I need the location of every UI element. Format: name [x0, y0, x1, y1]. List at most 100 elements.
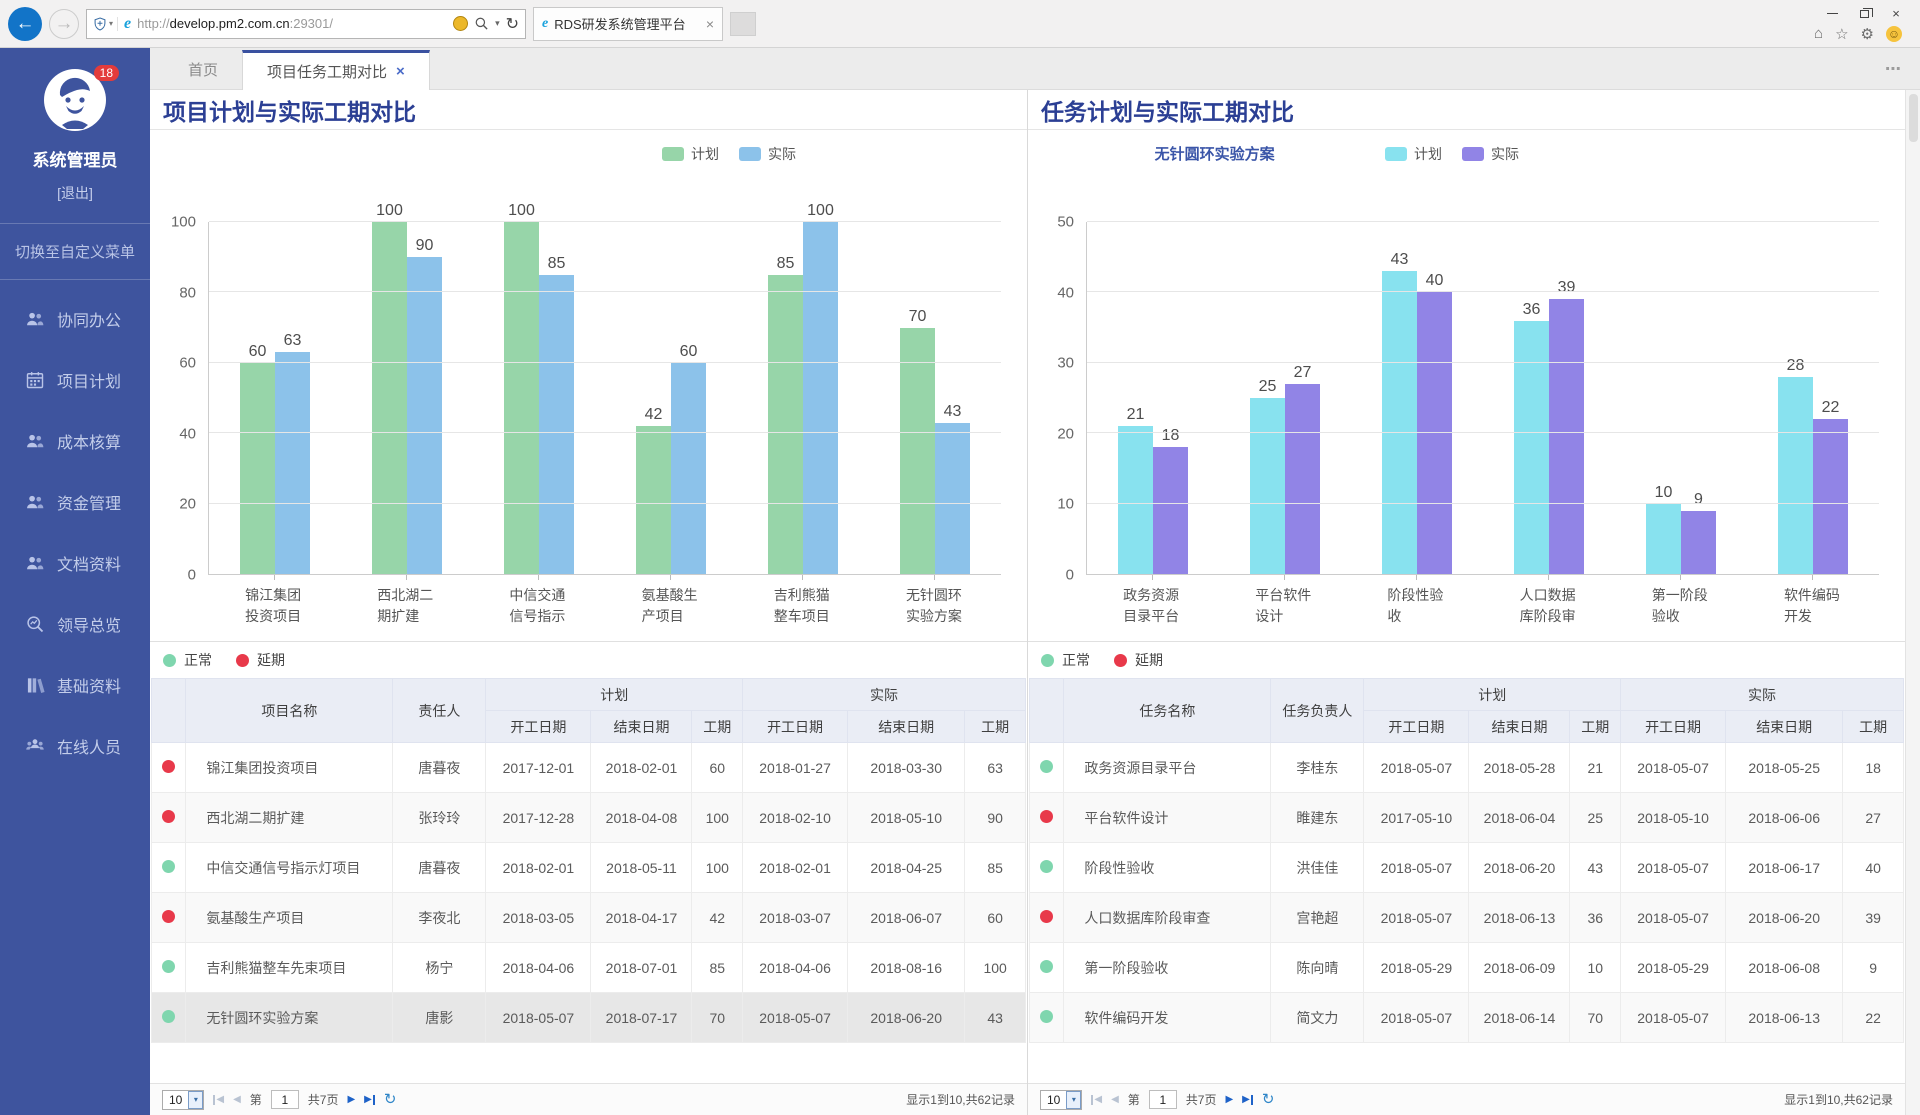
- table-row[interactable]: 西北湖二期扩建张玲玲2017-12-282018-04-081002018-02…: [152, 793, 1026, 843]
- browser-tab-close-icon[interactable]: ×: [706, 16, 714, 32]
- ie-favicon: e: [542, 16, 548, 32]
- tab-close-icon[interactable]: ×: [396, 63, 405, 80]
- page-size-select[interactable]: 10 ▾: [1040, 1090, 1082, 1110]
- bar: [275, 352, 310, 574]
- sidebar-item-4[interactable]: 资金管理: [0, 471, 150, 532]
- page-number-input[interactable]: [1149, 1090, 1177, 1109]
- search-icon[interactable]: [474, 16, 489, 31]
- bar-value-label: 39: [1558, 279, 1576, 297]
- legend-item[interactable]: 计划: [662, 144, 719, 164]
- bar-plan: 25: [1250, 222, 1285, 574]
- plan-duration-cell: 100: [692, 843, 743, 893]
- actual-end-cell: 2018-06-20: [848, 993, 965, 1043]
- name-cell: 吉利熊猫整车先束项目: [186, 943, 393, 993]
- switch-menu-link[interactable]: 切换至自定义菜单: [0, 224, 150, 280]
- url-text[interactable]: http://develop.pm2.com.cn:29301/: [137, 16, 447, 31]
- table-row[interactable]: 阶段性验收洪佳佳2018-05-072018-06-20432018-05-07…: [1030, 843, 1904, 893]
- settings-gear-icon[interactable]: ⚙: [1861, 25, 1874, 43]
- table-row[interactable]: 锦江集团投资项目唐暮夜2017-12-012018-02-01602018-01…: [152, 743, 1026, 793]
- address-bar[interactable]: ▾ e http://develop.pm2.com.cn:29301/ ▾ ↻: [86, 9, 526, 39]
- table-row[interactable]: 中信交通信号指示灯项目唐暮夜2018-02-012018-05-11100201…: [152, 843, 1026, 893]
- table-row[interactable]: 平台软件设计睢建东2017-05-102018-06-04252018-05-1…: [1030, 793, 1904, 843]
- duration-column-header: 工期: [692, 711, 743, 743]
- last-page-button[interactable]: ▶: [364, 1095, 375, 1105]
- task-table-wrap: 任务名称任务负责人计划实际开工日期结束日期工期开工日期结束日期工期政务资源目录平…: [1028, 678, 1905, 1043]
- page-number-input[interactable]: [271, 1090, 299, 1109]
- actual-end-cell: 2018-06-07: [848, 893, 965, 943]
- bar-plan: 85: [768, 222, 803, 574]
- actual-duration-cell: 39: [1843, 893, 1904, 943]
- bar-group: 10090: [341, 222, 473, 574]
- sidebar-item-3[interactable]: 成本核算: [0, 410, 150, 471]
- forward-arrow-icon: →: [55, 13, 74, 35]
- sidebar-item-6[interactable]: 领导总览: [0, 593, 150, 654]
- last-page-button[interactable]: ▶: [1242, 1095, 1253, 1105]
- tab-project-task-duration[interactable]: 项目任务工期对比 ×: [242, 50, 430, 90]
- legend-item[interactable]: 实际: [1462, 144, 1519, 164]
- table-row[interactable]: 软件编码开发简文力2018-05-072018-06-14702018-05-0…: [1030, 993, 1904, 1043]
- browser-tab[interactable]: e RDS研发系统管理平台 ×: [533, 7, 723, 41]
- bar: [900, 328, 935, 574]
- sidebar-item-label: 协同办公: [57, 307, 121, 331]
- smartscreen-shield-icon[interactable]: ▾: [93, 17, 118, 31]
- table-row[interactable]: 吉利熊猫整车先束项目杨宁2018-04-062018-07-01852018-0…: [152, 943, 1026, 993]
- new-tab-button[interactable]: [730, 12, 756, 36]
- restore-button[interactable]: [1848, 5, 1880, 23]
- bar-actual: 22: [1813, 222, 1848, 574]
- table-row[interactable]: 氨基酸生产项目李夜北2018-03-052018-04-17422018-03-…: [152, 893, 1026, 943]
- avatar[interactable]: 18: [43, 68, 107, 132]
- logout-link[interactable]: [退出]: [57, 183, 93, 203]
- first-page-button[interactable]: ◀: [213, 1095, 224, 1105]
- bar-group: 4260: [605, 222, 737, 574]
- duration-column-header: 工期: [1843, 711, 1904, 743]
- table-row[interactable]: 政务资源目录平台李桂东2018-05-072018-05-28212018-05…: [1030, 743, 1904, 793]
- home-icon[interactable]: ⌂: [1814, 25, 1823, 42]
- more-menu-button[interactable]: ⋯: [1885, 59, 1902, 79]
- bar-group: 4340: [1351, 222, 1483, 574]
- window-controls-area: × ⌂ ☆ ⚙ ☺: [1814, 5, 1912, 43]
- status-legend: 正常 延期: [1028, 642, 1905, 678]
- project-panel: 项目计划与实际工期对比 计划实际 020406080100 6063100901…: [150, 90, 1027, 1115]
- table-row[interactable]: 第一阶段验收陈向晴2018-05-292018-06-09102018-05-2…: [1030, 943, 1904, 993]
- close-window-button[interactable]: ×: [1880, 5, 1912, 23]
- sidebar-item-1[interactable]: 协同办公: [0, 288, 150, 349]
- online-users-icon: [25, 736, 45, 756]
- reload-table-icon[interactable]: ↻: [1262, 1092, 1275, 1107]
- sidebar-item-8[interactable]: 在线人员: [0, 715, 150, 776]
- legend-item[interactable]: 实际: [739, 144, 796, 164]
- search-dropdown-caret-icon[interactable]: ▾: [495, 18, 500, 29]
- legend-label: 实际: [768, 144, 796, 164]
- owner-cell: 唐暮夜: [393, 843, 486, 893]
- legend-item[interactable]: 计划: [1385, 144, 1442, 164]
- favorites-star-icon[interactable]: ☆: [1835, 25, 1848, 43]
- sidebar: 18 系统管理员 [退出] 切换至自定义菜单 协同办公项目计划成本核算资金管理文…: [0, 48, 150, 1115]
- table-row[interactable]: 无针圆环实验方案唐影2018-05-072018-07-17702018-05-…: [152, 993, 1026, 1043]
- prev-page-button[interactable]: ◀: [233, 1095, 241, 1105]
- name-cell: 中信交通信号指示灯项目: [186, 843, 393, 893]
- minimize-button[interactable]: [1816, 5, 1848, 23]
- table-row[interactable]: 人口数据库阶段审查宫艳超2018-05-072018-06-13362018-0…: [1030, 893, 1904, 943]
- compatibility-view-icon[interactable]: [453, 16, 468, 31]
- sidebar-item-2[interactable]: 项目计划: [0, 349, 150, 410]
- x-axis-label: 中信交通信号指示: [472, 575, 604, 635]
- next-page-button[interactable]: ▶: [1225, 1095, 1233, 1105]
- reload-table-icon[interactable]: ↻: [384, 1092, 397, 1107]
- bar-value-label: 10: [1655, 484, 1673, 502]
- first-page-button[interactable]: ◀: [1091, 1095, 1102, 1105]
- feedback-smiley-icon[interactable]: ☺: [1886, 26, 1902, 42]
- sidebar-item-5[interactable]: 文档资料: [0, 532, 150, 593]
- page-size-select[interactable]: 10 ▾: [162, 1090, 204, 1110]
- vertical-scrollbar[interactable]: [1905, 90, 1920, 1115]
- prev-page-button[interactable]: ◀: [1111, 1095, 1119, 1105]
- page-refresh-icon[interactable]: ↻: [506, 14, 519, 34]
- next-page-button[interactable]: ▶: [347, 1095, 355, 1105]
- browser-back-button[interactable]: ←: [8, 7, 42, 41]
- tab-home[interactable]: 首页: [164, 49, 242, 89]
- sidebar-item-label: 资金管理: [57, 490, 121, 514]
- bar-actual: 39: [1549, 222, 1584, 574]
- browser-forward-button[interactable]: →: [49, 9, 79, 39]
- actual-start-cell: 2018-05-07: [1621, 843, 1726, 893]
- sidebar-item-7[interactable]: 基础资料: [0, 654, 150, 715]
- scrollbar-thumb[interactable]: [1909, 94, 1918, 142]
- plan-end-cell: 2018-07-01: [591, 943, 692, 993]
